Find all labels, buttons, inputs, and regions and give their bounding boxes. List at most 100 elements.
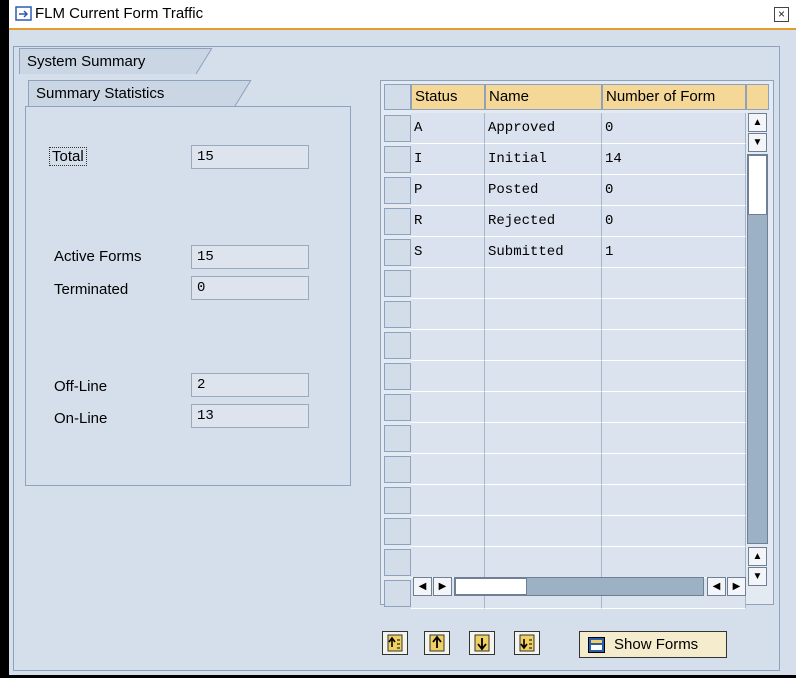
row-selector[interactable] <box>384 332 411 359</box>
table-cell-status[interactable]: I <box>411 144 485 175</box>
vertical-scrollbar[interactable]: ▲ ▼ ▲ ▼ <box>746 113 769 589</box>
table-cell-number[interactable]: 0 <box>602 113 746 144</box>
table-cell-name[interactable] <box>485 268 602 299</box>
on-line-field[interactable]: 13 <box>191 404 309 428</box>
scroll-up-button[interactable]: ▲ <box>748 113 767 132</box>
table-cell-number[interactable] <box>602 516 746 547</box>
table-cell-number[interactable]: 0 <box>602 206 746 237</box>
on-line-label: On-Line <box>54 410 108 427</box>
column-header-status[interactable]: Status <box>411 84 485 110</box>
horizontal-scroll-track[interactable] <box>454 577 704 596</box>
row-selector[interactable] <box>384 301 411 328</box>
table-cell-number[interactable] <box>602 454 746 485</box>
row-selector[interactable] <box>384 549 411 576</box>
table-cell-name[interactable] <box>485 485 602 516</box>
column-header-name[interactable]: Name <box>485 84 602 110</box>
table-cell-number[interactable] <box>602 299 746 330</box>
terminated-label: Terminated <box>54 281 129 298</box>
scroll-right-end-button[interactable]: ▶ <box>727 577 746 596</box>
table-cell-status[interactable]: S <box>411 237 485 268</box>
table-cell-number[interactable] <box>602 330 746 361</box>
row-selector[interactable] <box>384 425 411 452</box>
window-title: FLM Current Form Traffic <box>35 5 204 22</box>
row-selector[interactable] <box>384 208 411 235</box>
row-selector[interactable] <box>384 580 411 607</box>
table-cell-name[interactable] <box>485 516 602 547</box>
table-cell-name[interactable] <box>485 330 602 361</box>
scroll-down-button[interactable]: ▼ <box>748 133 767 152</box>
table-cell-name[interactable] <box>485 361 602 392</box>
page-down-button[interactable] <box>469 631 495 655</box>
row-selector[interactable] <box>384 239 411 266</box>
scroll-left-end-button[interactable]: ◀ <box>707 577 726 596</box>
row-selector[interactable] <box>384 518 411 545</box>
row-selector[interactable] <box>384 270 411 297</box>
row-selector[interactable] <box>384 363 411 390</box>
table-cell-name[interactable] <box>485 547 602 578</box>
scroll-page-down-button[interactable]: ▼ <box>748 567 767 586</box>
tab-system-summary[interactable]: System Summary <box>19 48 187 74</box>
table-cell-number[interactable]: 14 <box>602 144 746 175</box>
table-cell-number[interactable] <box>602 423 746 454</box>
table-cell-name[interactable]: Initial <box>485 144 602 175</box>
sort-descending-button[interactable] <box>514 631 540 655</box>
table-cell-status[interactable] <box>411 516 485 547</box>
vertical-scroll-track[interactable] <box>747 154 768 544</box>
tab-slant-decoration <box>225 80 252 107</box>
sort-descending-icon <box>519 634 535 652</box>
table-cell-name[interactable] <box>485 392 602 423</box>
table-cell-status[interactable]: A <box>411 113 485 144</box>
table-cell-status[interactable] <box>411 392 485 423</box>
table-cell-name[interactable] <box>485 423 602 454</box>
table-cell-status[interactable] <box>411 485 485 516</box>
window: FLM Current Form Traffic × System Summar… <box>6 0 796 678</box>
show-forms-button[interactable]: Show Forms <box>579 631 727 658</box>
select-all-button[interactable] <box>384 84 411 110</box>
off-line-field[interactable]: 2 <box>191 373 309 397</box>
row-selector[interactable] <box>384 115 411 142</box>
scroll-page-up-button[interactable]: ▲ <box>748 547 767 566</box>
table-cell-status[interactable] <box>411 361 485 392</box>
page-up-button[interactable] <box>424 631 450 655</box>
table-cell-name[interactable]: Submitted <box>485 237 602 268</box>
horizontal-scroll-thumb[interactable] <box>455 578 527 595</box>
table-cell-name[interactable]: Rejected <box>485 206 602 237</box>
column-header-number-of-forms[interactable]: Number of Form <box>602 84 746 110</box>
scroll-right-button[interactable]: ▶ <box>433 577 452 596</box>
table-cell-number[interactable] <box>602 361 746 392</box>
sort-ascending-button[interactable] <box>382 631 408 655</box>
row-selector[interactable] <box>384 394 411 421</box>
table-cell-name[interactable] <box>485 454 602 485</box>
table-cell-status[interactable] <box>411 268 485 299</box>
table-cell-name[interactable]: Posted <box>485 175 602 206</box>
active-forms-label: Active Forms <box>54 248 142 265</box>
table-cell-status[interactable] <box>411 547 485 578</box>
total-field[interactable]: 15 <box>191 145 309 169</box>
vertical-scroll-thumb[interactable] <box>748 155 767 215</box>
table-cell-number[interactable]: 1 <box>602 237 746 268</box>
table-cell-name[interactable]: Approved <box>485 113 602 144</box>
table-cell-status[interactable]: P <box>411 175 485 206</box>
table-cell-status[interactable] <box>411 423 485 454</box>
row-selector[interactable] <box>384 487 411 514</box>
table-cell-status[interactable]: R <box>411 206 485 237</box>
horizontal-scrollbar[interactable]: ◀ ▶ ◀ ▶ <box>411 576 746 598</box>
table-cell-number[interactable]: 0 <box>602 175 746 206</box>
table-cell-status[interactable] <box>411 330 485 361</box>
tab-summary-statistics[interactable]: Summary Statistics <box>28 80 226 106</box>
table-cell-status[interactable] <box>411 299 485 330</box>
close-button[interactable]: × <box>774 7 789 22</box>
table-cell-number[interactable] <box>602 268 746 299</box>
table-cell-number[interactable] <box>602 392 746 423</box>
table-cell-name[interactable] <box>485 299 602 330</box>
page-down-icon <box>474 634 490 652</box>
scroll-left-button[interactable]: ◀ <box>413 577 432 596</box>
table-cell-status[interactable] <box>411 454 485 485</box>
row-selector[interactable] <box>384 177 411 204</box>
terminated-field[interactable]: 0 <box>191 276 309 300</box>
row-selector[interactable] <box>384 146 411 173</box>
table-cell-number[interactable] <box>602 547 746 578</box>
row-selector[interactable] <box>384 456 411 483</box>
active-forms-field[interactable]: 15 <box>191 245 309 269</box>
table-cell-number[interactable] <box>602 485 746 516</box>
